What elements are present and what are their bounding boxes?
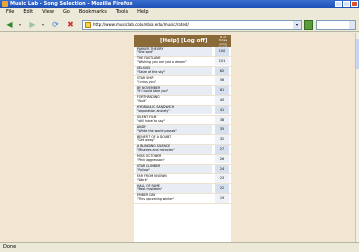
song-link[interactable]: FORTHFADING "Nuit" — [136, 96, 212, 105]
search-dropdown-icon[interactable] — [349, 21, 355, 29]
page-icon — [85, 22, 91, 28]
listen-count: 24 — [215, 164, 229, 174]
search-input[interactable] — [316, 20, 356, 30]
menu-view[interactable]: View — [42, 8, 54, 17]
song-link[interactable]: FAR FROM KNOWN "Work" — [136, 174, 212, 183]
status-text: Done — [3, 244, 17, 250]
panel-header: [Help] [Log off] # of times song heard — [134, 35, 231, 49]
window-titlebar: Music Lab - Song Selection - Mozilla Fir… — [0, 0, 359, 8]
song-row[interactable]: SILENT FILM "still have to say" 38 — [134, 115, 231, 126]
menu-bar: File Edit View Go Bookmarks Tools Help — [0, 8, 359, 17]
listen-count: 45 — [215, 95, 229, 105]
song-title: "Seize of the sky" — [137, 69, 166, 74]
song-title: "separation anxiety" — [137, 108, 170, 113]
song-link[interactable]: THE FASTLANE "Wishing you are just a drea… — [136, 57, 212, 66]
song-row[interactable]: STAR CLIMBER "Follow" 24 — [134, 164, 231, 175]
listen-count: 26 — [215, 154, 229, 164]
back-dropdown-icon[interactable]: ▾ — [19, 22, 23, 27]
song-title: "If I could take you" — [137, 89, 169, 94]
song-link[interactable]: A BLINDING SILENCE "Miseries and miracles… — [136, 145, 212, 154]
song-title: "This upcoming winter" — [137, 197, 175, 202]
song-title: "Wishing you are just a dream" — [137, 59, 187, 64]
song-row[interactable]: SELSIUS "Seize of the sky" 62 — [134, 66, 231, 77]
song-link[interactable]: SILENT FILM "still have to say" — [136, 115, 212, 125]
listen-count: 27 — [215, 144, 229, 154]
song-link[interactable]: HALL OF FAME "Best mistakes" — [136, 184, 212, 193]
song-row[interactable]: FAR FROM KNOWN "Work" 23 — [134, 174, 231, 185]
close-button[interactable] — [351, 1, 358, 7]
song-row[interactable]: EMBER DAY "This upcoming winter" 19 — [134, 194, 231, 204]
go-button[interactable] — [304, 20, 313, 30]
back-arrow-icon[interactable]: ◀ — [4, 19, 15, 30]
listen-count: 22 — [215, 184, 229, 193]
song-link[interactable]: BENEFIT OF A DOUBT "Get away" — [136, 135, 212, 144]
listen-count: 41 — [215, 105, 229, 115]
listen-count: 62 — [215, 66, 229, 76]
url-text: http://www.musiclab.columbia.edu/music/r… — [93, 22, 189, 27]
vertical-scrollbar[interactable] — [355, 33, 359, 242]
song-row[interactable]: ANDY "While the world passes" 35 — [134, 125, 231, 136]
listen-count: 23 — [215, 174, 229, 183]
menu-edit[interactable]: Edit — [23, 8, 33, 17]
song-title: "Follow" — [137, 167, 150, 172]
song-link[interactable]: BY NOVEMBER "If I could take you" — [136, 86, 212, 95]
minimize-button[interactable] — [335, 1, 342, 7]
listen-count: 61 — [215, 86, 229, 95]
listen-count: 32 — [215, 135, 229, 144]
song-title: "Pink aggression" — [137, 157, 165, 162]
song-list: PARKER THEORY "She said" 100 THE FASTLANE "W… — [134, 47, 231, 204]
song-link[interactable]: MISS OCTOBER "Pink aggression" — [136, 155, 212, 164]
menu-help[interactable]: Help — [137, 8, 148, 17]
menu-go[interactable]: Go — [63, 8, 70, 17]
song-title: "While the world passes" — [137, 128, 177, 133]
logoff-link[interactable]: [Log off] — [181, 38, 207, 44]
song-link[interactable]: SELSIUS "Seize of the sky" — [136, 66, 212, 76]
song-title: "still have to say" — [137, 118, 166, 123]
address-bar[interactable]: http://www.musiclab.columbia.edu/music/r… — [82, 20, 302, 30]
stop-icon[interactable]: ✖ — [65, 19, 76, 30]
listen-count: 100 — [215, 47, 229, 56]
listen-count: 38 — [215, 115, 229, 125]
listen-count: 19 — [215, 193, 229, 203]
listen-count: 101 — [215, 56, 229, 66]
song-panel: [Help] [Log off] # of times song heard P… — [134, 35, 231, 242]
window-title: Music Lab - Song Selection - Mozilla Fir… — [10, 1, 133, 7]
song-title: "Nuit" — [137, 99, 147, 104]
help-link[interactable]: [Help] — [160, 38, 179, 44]
song-link[interactable]: HYDRAULIC SANDWICH "separation anxiety" — [136, 106, 212, 115]
song-link[interactable]: ANDY "While the world passes" — [136, 125, 212, 134]
song-title: "I miss you" — [137, 79, 157, 84]
menu-bookmarks[interactable]: Bookmarks — [79, 8, 107, 17]
song-link[interactable]: STAR CLIMBER "Follow" — [136, 164, 212, 174]
song-title: "She said" — [137, 50, 154, 55]
maximize-button[interactable] — [343, 1, 350, 7]
forward-dropdown-icon[interactable]: ▾ — [42, 22, 46, 27]
url-dropdown-icon[interactable]: ▾ — [293, 21, 301, 29]
window-controls — [335, 1, 358, 7]
song-title: "Work" — [137, 177, 149, 182]
firefox-icon — [2, 1, 8, 7]
song-row[interactable]: STAR SHIP "I miss you" 56 — [134, 76, 231, 87]
reload-icon[interactable]: ⟳ — [50, 19, 61, 30]
page-content: [Help] [Log off] # of times song heard P… — [0, 33, 355, 242]
song-title: "Get away" — [137, 138, 156, 143]
forward-arrow-icon[interactable]: ▶ — [27, 19, 38, 30]
song-title: "Miseries and miracles" — [137, 148, 175, 153]
song-link[interactable]: PARKER THEORY "She said" — [136, 47, 212, 56]
menu-file[interactable]: File — [6, 8, 14, 17]
song-title: "Best mistakes" — [137, 187, 163, 192]
listen-count: 35 — [215, 125, 229, 134]
menu-tools[interactable]: Tools — [116, 8, 128, 17]
song-link[interactable]: EMBER DAY "This upcoming winter" — [136, 194, 212, 203]
listen-count: 56 — [215, 76, 229, 85]
status-bar: Done — [0, 242, 359, 252]
song-link[interactable]: STAR SHIP "I miss you" — [136, 76, 212, 85]
